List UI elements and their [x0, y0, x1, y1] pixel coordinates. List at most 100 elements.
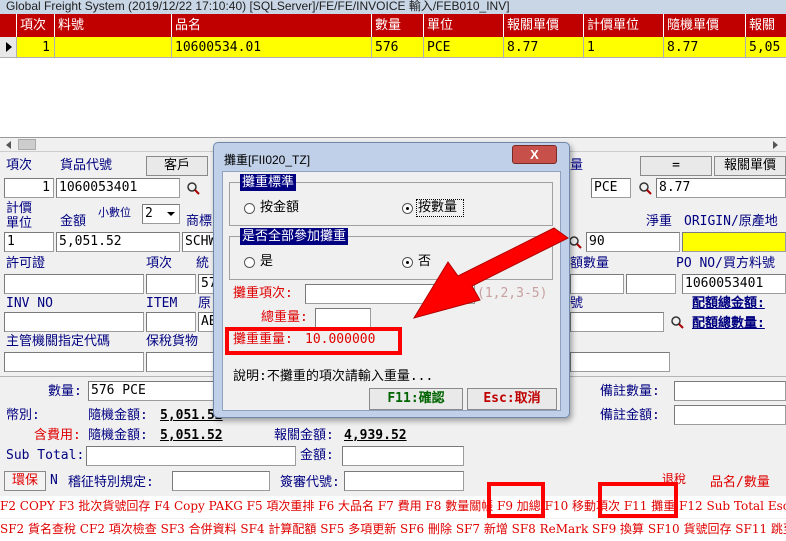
table-cell[interactable]: 1 — [584, 37, 664, 58]
goods-code-field[interactable]: 1060053401 — [56, 178, 180, 198]
po-field[interactable]: 1060053401 — [682, 274, 786, 294]
item-label: 項次 — [146, 256, 173, 271]
item-field[interactable] — [146, 274, 196, 294]
by-quantity-label[interactable]: 按數量 — [418, 200, 457, 216]
scroll-right-icon[interactable] — [770, 140, 780, 150]
sign-field[interactable] — [344, 471, 464, 491]
invoice-grid[interactable]: 項次 料號 品名 數量 單位 報關單價 計價單位 隨機單價 報關 1 10600… — [0, 14, 786, 138]
inv-no-field[interactable] — [4, 312, 144, 332]
col-part-no[interactable]: 料號 — [55, 14, 172, 37]
share-weight-highlight-box — [225, 327, 402, 355]
bonded-field-right[interactable] — [570, 352, 670, 372]
dialog-note: 說明:不攤重的項次請輸入重量... — [233, 369, 434, 384]
field-57[interactable]: 57 — [198, 274, 214, 294]
col-unit[interactable]: 單位 — [424, 14, 504, 37]
decimal-select[interactable]: 2 — [142, 204, 180, 224]
amount2-label: 金額: — [300, 448, 334, 463]
currency-label: 幣別: — [6, 408, 40, 423]
f11-highlight-box — [598, 482, 678, 518]
origin-field[interactable] — [682, 232, 786, 252]
total-weight-label: 總重量: — [261, 310, 308, 325]
n-label: N — [50, 473, 58, 488]
field-ab[interactable]: AB — [198, 312, 214, 332]
magnifier-icon[interactable] — [186, 181, 200, 195]
confirm-button[interactable]: F11:確認 — [369, 388, 463, 410]
by-amount-radio[interactable] — [244, 203, 255, 214]
quota-total-amount-label: 配額總金額: — [692, 296, 765, 311]
table-cell[interactable]: 576 — [372, 37, 424, 58]
env-button[interactable]: 環保 — [4, 471, 46, 491]
customer-button[interactable]: 客戶 — [146, 156, 208, 176]
item-no-field[interactable]: 1 — [4, 178, 54, 198]
col-decl-price[interactable]: 報關單價 — [504, 14, 584, 37]
table-cell[interactable]: 1 — [17, 37, 55, 58]
pricing-unit-field[interactable]: 1 — [4, 232, 54, 252]
brand-field[interactable]: SCHW — [182, 232, 214, 252]
yes-label[interactable]: 是 — [260, 254, 273, 270]
random-amount-value-2: 5,051.52 — [160, 428, 223, 443]
quota-total-qty-label: 配額總數量: — [692, 316, 765, 331]
col-random-price[interactable]: 隨機單價 — [664, 14, 746, 37]
scroll-left-icon[interactable] — [4, 140, 14, 150]
dialog-title: 攤重[FII020_TZ] — [224, 153, 311, 167]
chevron-down-icon[interactable] — [165, 209, 177, 219]
title-bar: Global Freight System (2019/12/22 17:10:… — [0, 0, 786, 14]
col-product-name[interactable]: 品名 — [172, 14, 372, 37]
col-decl[interactable]: 報關 — [746, 14, 786, 37]
incl-fee-label: 含費用: — [34, 428, 81, 443]
scroll-thumb[interactable] — [18, 139, 36, 150]
cancel-button[interactable]: Esc:取消 — [467, 388, 557, 410]
fkey-line-2[interactable]: SF2 貨名查稅 CF2 項次檢查 SF3 合併資料 SF4 計算配額 SF5 … — [0, 519, 786, 541]
decl-price-field[interactable]: 8.77 — [656, 178, 786, 198]
tax-rule-label: 稽征特別規定: — [68, 475, 154, 490]
permit-label: 許可證 — [6, 256, 46, 271]
total-weight-input[interactable] — [315, 308, 371, 328]
authority-field[interactable] — [4, 352, 144, 372]
table-cell[interactable]: 8.77 — [664, 37, 746, 58]
note-qty-field[interactable] — [674, 381, 786, 401]
table-cell[interactable] — [55, 37, 172, 58]
grid-corner — [0, 14, 17, 37]
current-row-arrow-icon — [6, 42, 12, 52]
net-weight-field[interactable]: 90 — [586, 232, 680, 252]
col-quantity[interactable]: 數量 — [372, 14, 424, 37]
amount-label: 金額 — [60, 214, 87, 229]
tax-rule-field[interactable] — [172, 471, 270, 491]
amount-field[interactable]: 5,051.52 — [56, 232, 180, 252]
note-amount-field[interactable] — [674, 405, 786, 425]
decl-price-button[interactable]: 報關單價 — [714, 156, 786, 176]
table-cell[interactable]: PCE — [424, 37, 504, 58]
decl-amount-label: 報關金額: — [274, 428, 334, 443]
yes-radio[interactable] — [244, 257, 255, 268]
window-title: Global Freight System (2019/12/22 17:10:… — [6, 0, 510, 13]
close-icon[interactable]: X — [512, 145, 557, 164]
pricing-unit-label: 計價 單位 — [6, 201, 33, 231]
bonded-field[interactable] — [146, 352, 214, 372]
quantity-field[interactable]: 576 PCE — [88, 381, 214, 401]
net-weight-label: 淨重 — [646, 214, 673, 229]
col-pricing-unit[interactable]: 計價單位 — [584, 14, 664, 37]
magnifier-icon[interactable] — [638, 181, 652, 195]
row-indicator[interactable] — [0, 37, 17, 58]
table-cell[interactable]: 5,05 — [746, 37, 786, 58]
by-quantity-radio[interactable] — [402, 203, 413, 214]
permit-field[interactable] — [4, 274, 144, 294]
note-qty-label: 備註數量: — [600, 384, 660, 399]
table-cell[interactable]: 10600534.01 — [172, 37, 372, 58]
col-item-no[interactable]: 項次 — [17, 14, 55, 37]
quantity-label: 數量: — [48, 384, 82, 399]
share-items-label: 攤重項次: — [233, 286, 293, 301]
item-en-field[interactable] — [146, 312, 196, 332]
brand-label: 商標 — [186, 214, 213, 229]
table-cell[interactable]: 8.77 — [504, 37, 584, 58]
unit-field[interactable]: PCE — [591, 178, 631, 198]
name-qty-label: 品名/數量 — [710, 475, 770, 490]
equals-button[interactable]: = — [640, 156, 712, 176]
by-amount-label[interactable]: 按金額 — [260, 200, 299, 216]
quota-qty-field-2[interactable] — [626, 274, 676, 294]
amount2-field[interactable] — [342, 446, 464, 466]
subtotal-field[interactable] — [86, 446, 296, 466]
magnifier-icon[interactable] — [670, 315, 684, 329]
num-field[interactable] — [570, 312, 664, 332]
note-amount-label: 備註金額: — [600, 408, 660, 423]
